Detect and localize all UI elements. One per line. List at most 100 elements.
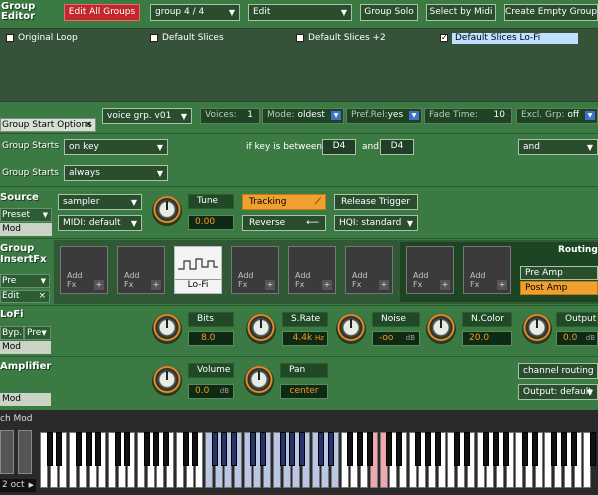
black-key[interactable] [531, 432, 538, 466]
source-mode-dropdown[interactable]: sampler ▼ [58, 194, 142, 210]
edit-all-groups-button[interactable]: Edit All Groups [64, 4, 140, 21]
fx-slot-8[interactable]: Add Fx + [463, 246, 511, 294]
fade-time-field[interactable]: Fade Time: 10 [424, 108, 512, 124]
plus-icon[interactable]: + [94, 280, 104, 290]
fx-slot-7[interactable]: Add Fx + [406, 246, 454, 294]
black-key[interactable] [192, 432, 199, 466]
black-key[interactable] [395, 432, 402, 466]
midi-dropdown[interactable]: MIDI: default ▼ [58, 215, 142, 231]
pan-knob[interactable] [244, 366, 274, 396]
black-key[interactable] [492, 432, 499, 466]
fx-slot-5[interactable]: Add Fx + [288, 246, 336, 294]
black-key[interactable] [56, 432, 63, 466]
black-key[interactable] [211, 432, 218, 466]
lofi-mod-tab[interactable]: Mod [0, 341, 51, 354]
volume-knob[interactable] [152, 366, 182, 396]
source-mod-tab[interactable]: Mod [0, 223, 52, 236]
mod-wheel[interactable] [18, 430, 32, 474]
black-key[interactable] [163, 432, 170, 466]
black-key[interactable] [46, 432, 53, 466]
plus-icon[interactable]: + [322, 280, 332, 290]
amplifier-mod-tab[interactable]: Mod [0, 393, 51, 406]
logic-dropdown[interactable]: and ▼ [518, 139, 598, 155]
black-key[interactable] [454, 432, 461, 466]
fx-slot-2[interactable]: Add Fx + [117, 246, 165, 294]
black-key[interactable] [328, 432, 334, 466]
plus-icon[interactable]: + [151, 280, 161, 290]
close-icon[interactable]: × [38, 291, 46, 302]
excl-grp-field[interactable]: Excl. Grp: off ▼ [516, 108, 598, 124]
select-by-midi-button[interactable]: Select by Midi [426, 4, 496, 21]
black-key[interactable] [318, 432, 325, 466]
tune-value[interactable]: 0.00 [188, 215, 234, 230]
group-item-default-slices-lofi[interactable]: ✓ Default Slices Lo-Fi [440, 33, 578, 45]
srate-value[interactable]: 4.4k Hz [282, 331, 328, 346]
checkbox[interactable] [150, 33, 158, 42]
black-key[interactable] [260, 432, 267, 466]
black-key[interactable] [347, 432, 354, 466]
voice-group-dropdown[interactable]: voice grp. v01 ▼ [102, 108, 192, 124]
noise-value[interactable]: -oo dB [372, 331, 420, 346]
ncolor-value[interactable]: 20.0 [462, 331, 512, 346]
output-knob[interactable] [522, 314, 552, 344]
black-key[interactable] [425, 432, 431, 466]
volume-value[interactable]: 0.0 dB [188, 384, 234, 399]
black-key[interactable] [298, 432, 305, 466]
tune-knob[interactable] [152, 196, 182, 226]
black-key[interactable] [502, 432, 509, 466]
edit-menu-dropdown[interactable]: Edit ▼ [248, 4, 352, 21]
noise-knob[interactable] [336, 314, 366, 344]
black-key[interactable] [221, 432, 228, 466]
black-key[interactable] [415, 432, 422, 466]
black-key[interactable] [289, 432, 296, 466]
channel-routing-button[interactable]: channel routing [518, 363, 598, 379]
group-solo-button[interactable]: Group Solo [360, 4, 418, 21]
plus-icon[interactable]: + [265, 280, 275, 290]
black-key[interactable] [143, 432, 150, 466]
fx-slot-6[interactable]: Add Fx + [345, 246, 393, 294]
srate-knob[interactable] [246, 314, 276, 344]
create-empty-group-button[interactable]: Create Empty Group [504, 4, 598, 21]
checkbox[interactable] [296, 33, 304, 42]
lofi-bypass-button[interactable]: Byp. [0, 326, 24, 340]
plus-icon[interactable]: + [497, 280, 507, 290]
black-key[interactable] [182, 432, 189, 466]
voices-field[interactable]: Voices: 1 [200, 108, 260, 124]
black-key[interactable] [366, 432, 373, 466]
black-key[interactable] [551, 432, 558, 466]
black-key[interactable] [483, 432, 490, 466]
reverse-button[interactable]: Reverse ⟵ [242, 215, 326, 231]
black-key[interactable] [279, 432, 286, 466]
lofi-pre-dropdown[interactable]: Pre▼ [24, 326, 51, 340]
group-item-default-slices[interactable]: Default Slices [150, 33, 224, 45]
pitch-wheel[interactable] [0, 430, 14, 474]
black-key[interactable] [570, 432, 577, 466]
black-key[interactable] [95, 432, 102, 466]
tracking-button[interactable]: Tracking ⟋ [242, 194, 326, 210]
key-from-field[interactable]: D4 [322, 139, 356, 155]
key-to-field[interactable]: D4 [380, 139, 414, 155]
output-dropdown[interactable]: Output: default ▼ [518, 384, 598, 400]
bits-value[interactable]: 8.0 [188, 331, 234, 346]
post-amp-button[interactable]: Post Amp [520, 281, 598, 295]
black-key[interactable] [522, 432, 528, 466]
insertfx-pre-dropdown[interactable]: Pre ▼ [0, 274, 50, 288]
black-key[interactable] [85, 432, 92, 466]
black-key[interactable] [463, 432, 470, 466]
octave-selector[interactable]: 2 oct ▶ [0, 479, 36, 492]
plus-icon[interactable]: + [379, 280, 389, 290]
preset-button[interactable]: Preset ▼ [0, 208, 52, 222]
fx-slot-4[interactable]: Add Fx + [231, 246, 279, 294]
checkbox-checked[interactable]: ✓ [440, 33, 448, 42]
output-value[interactable]: 0.0 dB [556, 331, 598, 346]
close-icon[interactable]: × [84, 119, 92, 131]
ncolor-knob[interactable] [426, 314, 456, 344]
bits-knob[interactable] [152, 314, 182, 344]
insertfx-edit-tab[interactable]: Edit × [0, 290, 50, 303]
fx-slot-1[interactable]: Add Fx + [60, 246, 108, 294]
group-start-tab[interactable]: Group Start Options × [0, 118, 96, 132]
group-item-original-loop[interactable]: Original Loop [6, 33, 78, 45]
pre-amp-button[interactable]: Pre Amp [520, 266, 598, 280]
black-key[interactable] [75, 432, 82, 466]
black-key[interactable] [231, 432, 237, 466]
